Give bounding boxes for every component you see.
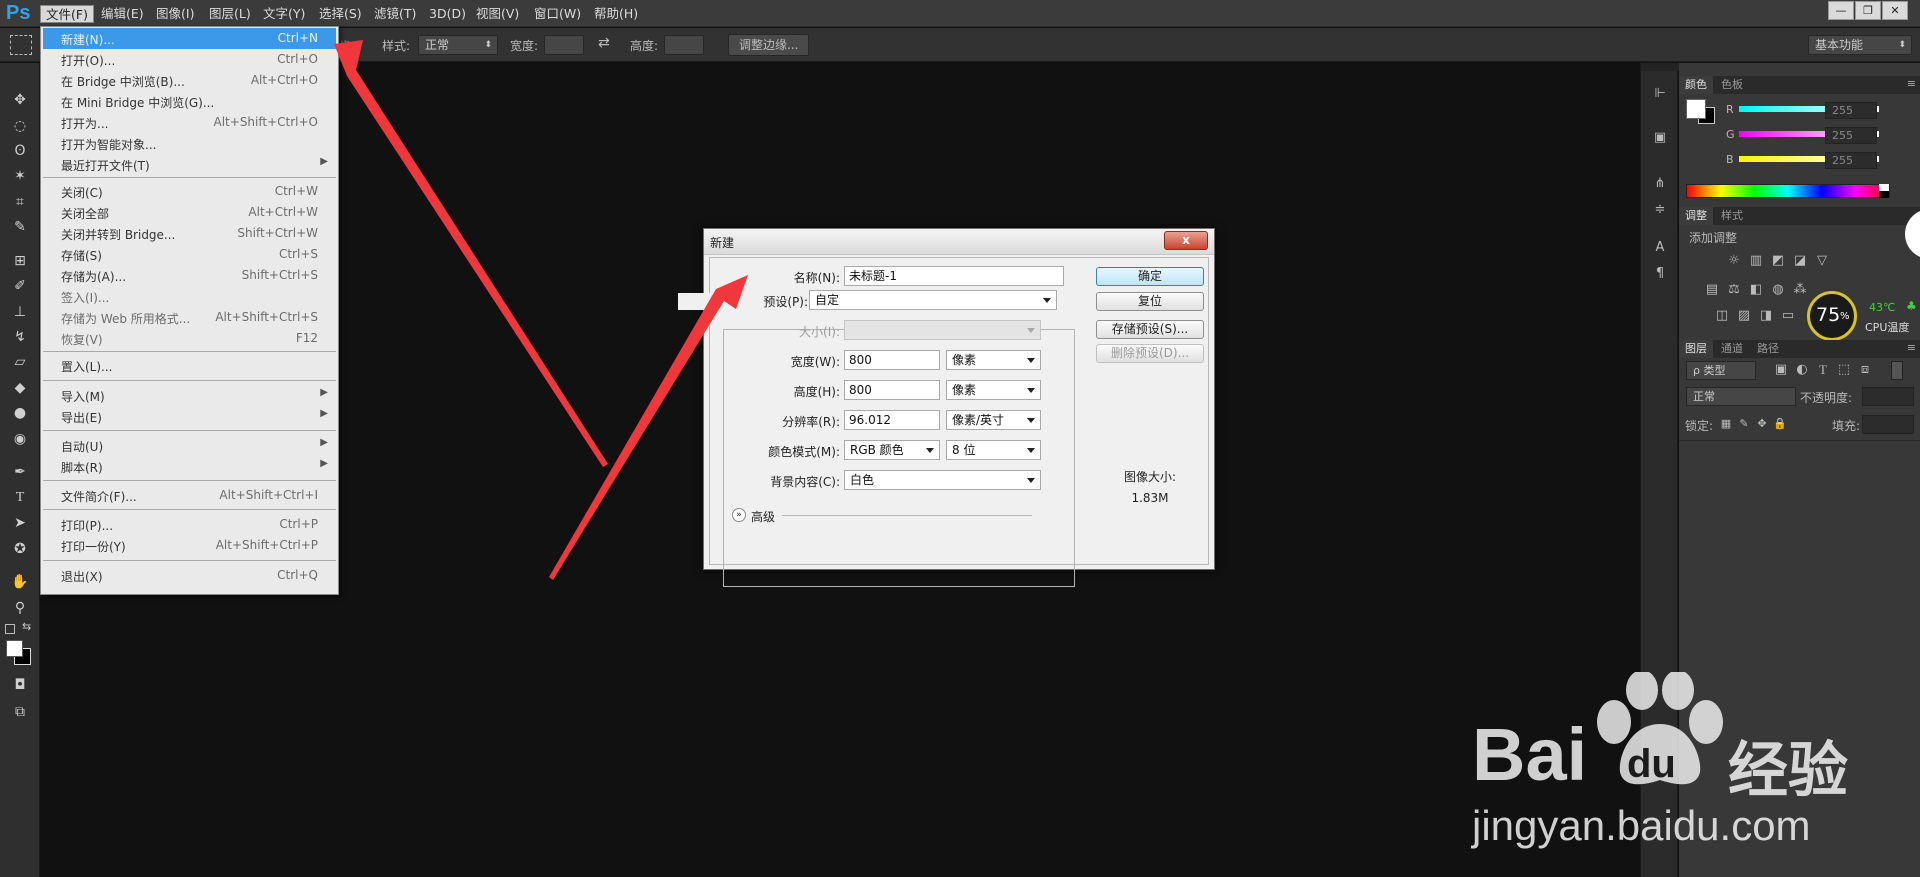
arrow-to-new-menu — [334, 40, 608, 467]
watermark-url: jingyan.baidu.com — [1472, 802, 1811, 849]
watermark-suffix: 经验 — [1728, 736, 1848, 806]
watermark-brand: Bai — [1472, 713, 1588, 796]
watermark-brand-du: du — [1627, 742, 1676, 786]
baidu-watermark: Bai du 经验 jingyan.baidu.com — [1460, 600, 1920, 877]
